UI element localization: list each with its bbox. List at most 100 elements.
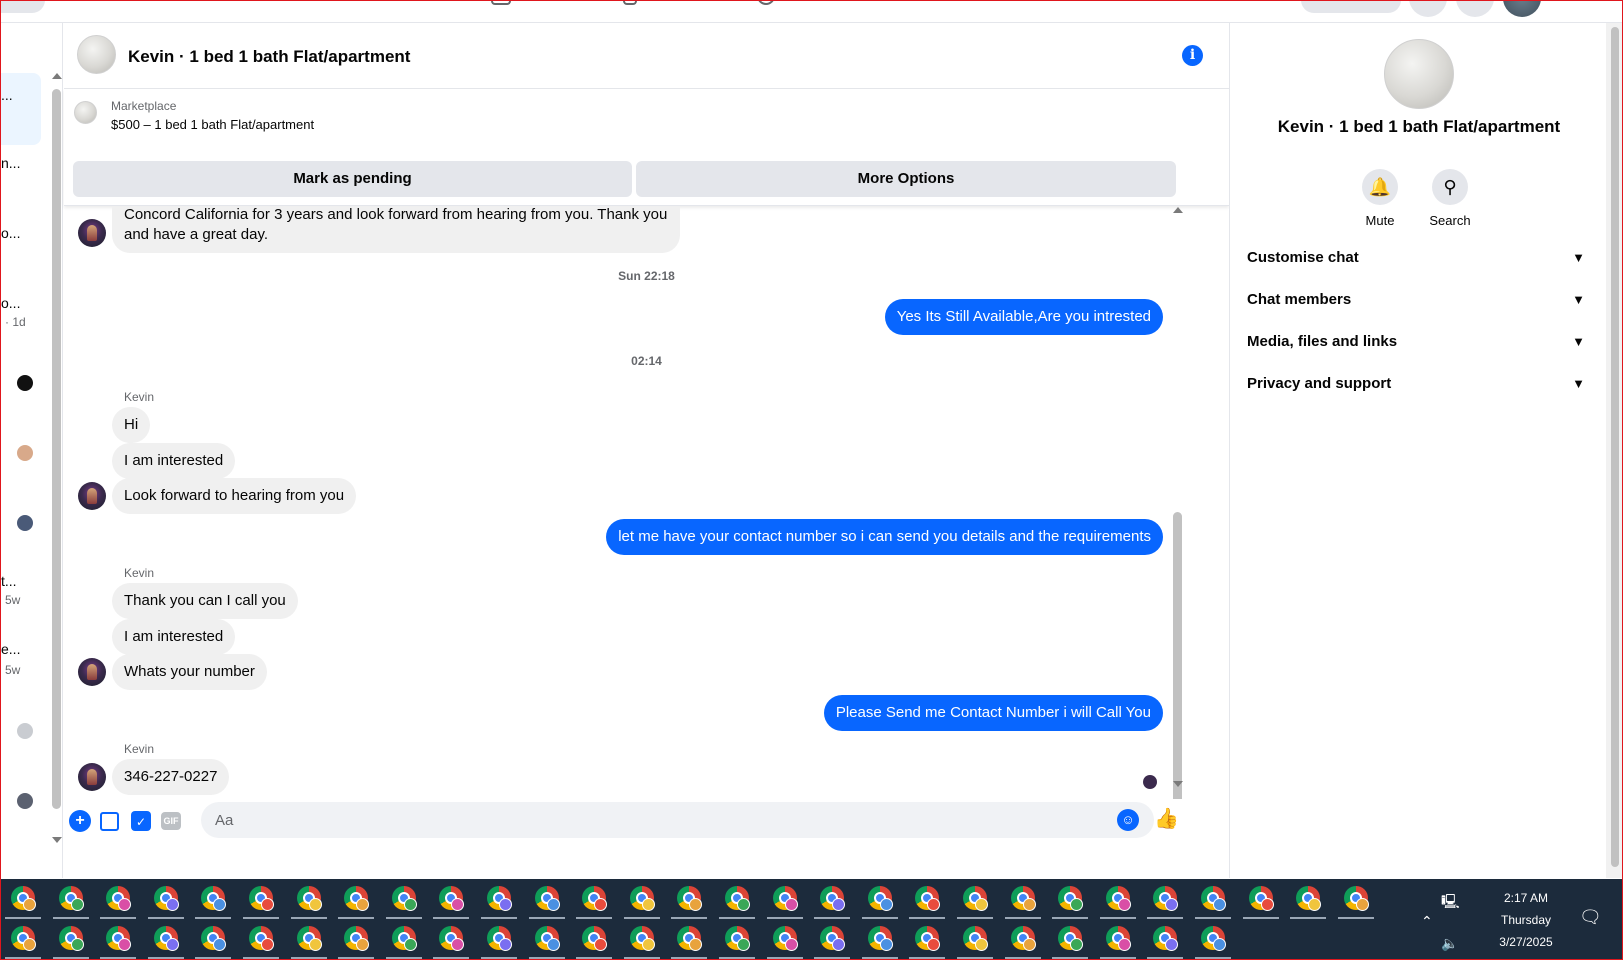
sender-avatar[interactable] bbox=[78, 219, 106, 247]
chrome-taskbar-icon[interactable] bbox=[814, 881, 851, 919]
chrome-taskbar-icon[interactable] bbox=[861, 881, 898, 919]
section-media-files-links[interactable]: Media, files and links ▼ bbox=[1247, 322, 1593, 362]
chrome-taskbar-icon[interactable] bbox=[957, 921, 993, 959]
chat-list-item[interactable]: o... bbox=[1, 295, 20, 311]
chrome-taskbar-icon[interactable] bbox=[433, 921, 470, 959]
chrome-taskbar-icon[interactable] bbox=[1004, 881, 1041, 919]
chrome-taskbar-icon[interactable] bbox=[814, 921, 851, 959]
message-input[interactable] bbox=[201, 802, 1154, 838]
chrome-taskbar-icon[interactable] bbox=[909, 881, 946, 919]
message-scrollbar[interactable] bbox=[1173, 512, 1182, 814]
scroll-down-arrow[interactable] bbox=[1173, 781, 1183, 787]
message-bubble-incoming[interactable]: Hi bbox=[112, 407, 151, 443]
notifications-icon[interactable] bbox=[1456, 1, 1494, 17]
chrome-taskbar-icon[interactable] bbox=[100, 881, 137, 919]
chat-avatar[interactable] bbox=[17, 793, 33, 809]
chrome-taskbar-icon[interactable] bbox=[5, 881, 41, 919]
chrome-taskbar-icon[interactable] bbox=[1099, 881, 1136, 919]
conversation-title[interactable]: Kevin · 1 bed 1 bath Flat/apartment bbox=[128, 47, 410, 67]
chrome-taskbar-icon[interactable] bbox=[623, 921, 660, 959]
message-bubble-incoming[interactable]: Whats your number bbox=[112, 654, 267, 690]
chrome-taskbar-icon[interactable] bbox=[671, 881, 708, 919]
chat-list-item[interactable]: n... bbox=[1, 155, 20, 171]
sender-avatar[interactable] bbox=[78, 658, 106, 686]
chrome-taskbar-icon[interactable] bbox=[433, 881, 470, 919]
message-bubble-incoming[interactable]: Thank you can I call you bbox=[112, 583, 298, 619]
info-icon[interactable]: i bbox=[1182, 45, 1203, 66]
chat-avatar[interactable] bbox=[17, 445, 33, 461]
chat-list-scrollbar[interactable] bbox=[52, 89, 61, 809]
chrome-taskbar-icon[interactable] bbox=[52, 921, 89, 959]
chrome-taskbar-icon[interactable] bbox=[481, 881, 517, 919]
chrome-taskbar-icon[interactable] bbox=[1242, 881, 1279, 919]
sender-avatar[interactable] bbox=[78, 482, 106, 510]
groups-nav-icon[interactable] bbox=[623, 1, 637, 5]
clock-time[interactable]: 2:17 AM bbox=[1481, 891, 1571, 905]
chrome-taskbar-icon[interactable] bbox=[100, 921, 137, 959]
chrome-taskbar-icon[interactable] bbox=[1195, 921, 1231, 959]
message-bubble-incoming[interactable]: Look forward to hearing from you bbox=[112, 478, 357, 514]
chrome-taskbar-icon[interactable] bbox=[766, 881, 803, 919]
notification-center-icon[interactable]: 🗨 bbox=[1579, 907, 1602, 928]
listing-avatar-large[interactable] bbox=[1384, 39, 1454, 109]
chrome-taskbar-icon[interactable] bbox=[385, 881, 422, 919]
like-icon[interactable]: 👍 bbox=[1154, 808, 1179, 830]
chrome-taskbar-icon[interactable] bbox=[1337, 881, 1374, 919]
chrome-taskbar-icon[interactable] bbox=[338, 921, 375, 959]
message-bubble-outgoing[interactable]: Please Send me Contact Number i will Cal… bbox=[823, 695, 1163, 731]
message-bubble-incoming[interactable]: I am interested bbox=[112, 619, 236, 655]
chrome-taskbar-icon[interactable] bbox=[147, 881, 184, 919]
find-friends-pill[interactable] bbox=[1301, 1, 1401, 13]
more-options-button[interactable]: More Options bbox=[636, 161, 1176, 197]
image-icon[interactable] bbox=[100, 812, 119, 831]
chat-avatar[interactable] bbox=[17, 375, 33, 391]
chrome-taskbar-icon[interactable] bbox=[1004, 921, 1041, 959]
emoji-icon[interactable]: ☺ bbox=[1117, 809, 1139, 831]
chrome-taskbar-icon[interactable] bbox=[1147, 921, 1184, 959]
sticker-icon[interactable]: ✓ bbox=[131, 811, 151, 831]
chrome-taskbar-icon[interactable] bbox=[576, 881, 613, 919]
chrome-taskbar-icon[interactable] bbox=[52, 881, 89, 919]
chrome-taskbar-icon[interactable] bbox=[385, 921, 422, 959]
chrome-taskbar-icon[interactable] bbox=[719, 881, 755, 919]
chrome-taskbar-icon[interactable] bbox=[290, 921, 327, 959]
chrome-taskbar-icon[interactable] bbox=[1052, 921, 1089, 959]
section-chat-members[interactable]: Chat members ▼ bbox=[1247, 280, 1593, 320]
chrome-taskbar-icon[interactable] bbox=[766, 921, 803, 959]
scroll-up-arrow[interactable] bbox=[1173, 207, 1183, 213]
chrome-taskbar-icon[interactable] bbox=[719, 921, 755, 959]
section-privacy-support[interactable]: Privacy and support ▼ bbox=[1247, 364, 1593, 404]
profile-avatar[interactable] bbox=[1503, 1, 1541, 17]
chrome-taskbar-icon[interactable] bbox=[338, 881, 375, 919]
mark-as-pending-button[interactable]: Mark as pending bbox=[73, 161, 632, 197]
chrome-taskbar-icon[interactable] bbox=[576, 921, 613, 959]
gif-icon[interactable]: GIF bbox=[161, 812, 181, 830]
scroll-down-arrow[interactable] bbox=[52, 837, 62, 843]
message-bubble-outgoing[interactable]: let me have your contact number so i can… bbox=[606, 519, 1163, 555]
mute-button[interactable]: 🔔 Mute bbox=[1340, 169, 1420, 228]
listing-thumbnail[interactable] bbox=[74, 101, 97, 124]
chat-list-item[interactable]: o... bbox=[1, 225, 20, 241]
plus-icon[interactable]: + bbox=[69, 810, 91, 832]
chat-avatar[interactable] bbox=[17, 723, 33, 739]
chrome-taskbar-icon[interactable] bbox=[1052, 881, 1089, 919]
chrome-taskbar-icon[interactable] bbox=[243, 881, 279, 919]
gaming-nav-icon[interactable] bbox=[757, 1, 775, 5]
chrome-taskbar-icon[interactable] bbox=[957, 881, 993, 919]
marketplace-nav-icon[interactable] bbox=[491, 1, 511, 5]
message-bubble-incoming[interactable]: Concord California for 3 years and look … bbox=[112, 207, 680, 253]
chrome-taskbar-icon[interactable] bbox=[243, 921, 279, 959]
chrome-taskbar-icon[interactable] bbox=[481, 921, 517, 959]
chat-list-item[interactable]: t... bbox=[1, 573, 17, 589]
chrome-taskbar-icon[interactable] bbox=[1290, 881, 1327, 919]
search-pill[interactable] bbox=[1, 1, 45, 13]
listing-price-title[interactable]: $500 – 1 bed 1 bath Flat/apartment bbox=[111, 117, 314, 132]
menu-icon[interactable] bbox=[1409, 1, 1447, 17]
chat-list-item-active[interactable] bbox=[1, 73, 41, 145]
scroll-up-arrow[interactable] bbox=[52, 73, 62, 79]
chevron-up-icon[interactable]: ⌃ bbox=[1421, 913, 1433, 930]
chrome-taskbar-icon[interactable] bbox=[290, 881, 327, 919]
chrome-taskbar-icon[interactable] bbox=[195, 881, 232, 919]
search-button[interactable]: ⚲ Search bbox=[1410, 169, 1490, 228]
chrome-taskbar-icon[interactable] bbox=[909, 921, 946, 959]
